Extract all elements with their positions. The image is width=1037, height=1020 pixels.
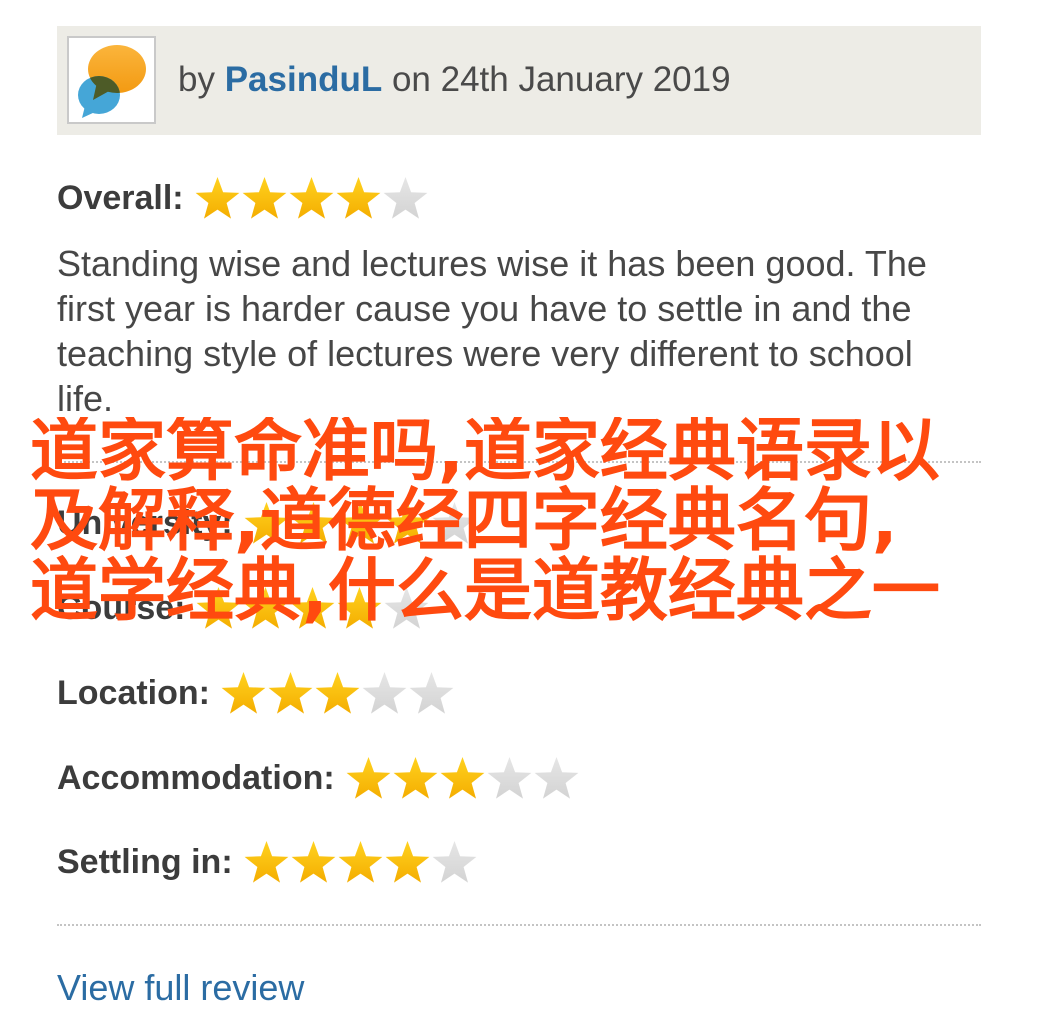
rating-label-overall: Overall: [57,179,184,217]
star-filled-icon [244,840,289,883]
star-filled-icon [338,586,382,629]
review-header: by PasinduL on 24th January 2019 [57,26,981,135]
by-label: by [178,60,215,99]
star-filled-icon [440,756,485,799]
star-filled-icon [338,840,383,883]
star-filled-icon [338,501,383,544]
review-byline: by PasinduL on 24th January 2019 [178,60,731,100]
rating-row-accommodation: Accommodation: [57,755,580,801]
star-rating-location [220,670,455,716]
star-rating-accommodation [345,755,580,801]
star-filled-icon [385,501,430,544]
star-filled-icon [291,501,336,544]
view-full-review-link[interactable]: View full review [57,966,304,1010]
star-rating-course [195,585,430,631]
review-body: Standing wise and lectures wise it has b… [57,243,927,419]
star-empty-icon [362,671,407,714]
star-empty-icon [409,671,454,714]
star-filled-icon [242,176,287,219]
speech-bubbles-logo-icon [78,45,146,118]
rating-label-university: University: [57,504,233,542]
star-filled-icon [336,176,381,219]
star-rating-overall [194,175,429,221]
overlay-caption-line: 道家算命准吗,道家经典语录以 [30,417,940,491]
rating-label-location: Location: [57,674,210,712]
avatar [67,36,156,124]
star-filled-icon [289,176,334,219]
divider-bottom [57,924,981,926]
star-filled-icon [393,756,438,799]
rating-row-location: Location: [57,670,455,716]
rating-row-course: Course: [57,585,430,631]
star-empty-icon [385,586,429,629]
star-rating-settling-in [243,839,478,885]
rating-row-university: University: [57,500,478,546]
star-empty-icon [534,756,579,799]
review-card: by PasinduL on 24th January 2019 Overall… [0,0,1037,1020]
star-filled-icon [244,501,289,544]
star-filled-icon [268,671,313,714]
star-filled-icon [244,586,288,629]
star-empty-icon [487,756,532,799]
star-empty-icon [432,501,477,544]
review-date: on 24th January 2019 [391,60,731,99]
author-link[interactable]: PasinduL [225,60,383,99]
star-filled-icon [195,176,240,219]
star-filled-icon [291,840,336,883]
star-rating-university [243,500,478,546]
star-filled-icon [221,671,266,714]
star-filled-icon [291,586,335,629]
rating-label-settling-in: Settling in: [57,843,233,881]
star-filled-icon [315,671,360,714]
rating-row-overall: Overall: [57,175,429,221]
star-filled-icon [346,756,391,799]
rating-row-settling-in: Settling in: [57,839,478,885]
star-empty-icon [432,840,477,883]
star-empty-icon [383,176,428,219]
rating-label-accommodation: Accommodation: [57,759,335,797]
star-filled-icon [385,840,430,883]
star-filled-icon [197,586,241,629]
rating-label-course: Course: [57,589,186,627]
divider-top [57,461,981,463]
